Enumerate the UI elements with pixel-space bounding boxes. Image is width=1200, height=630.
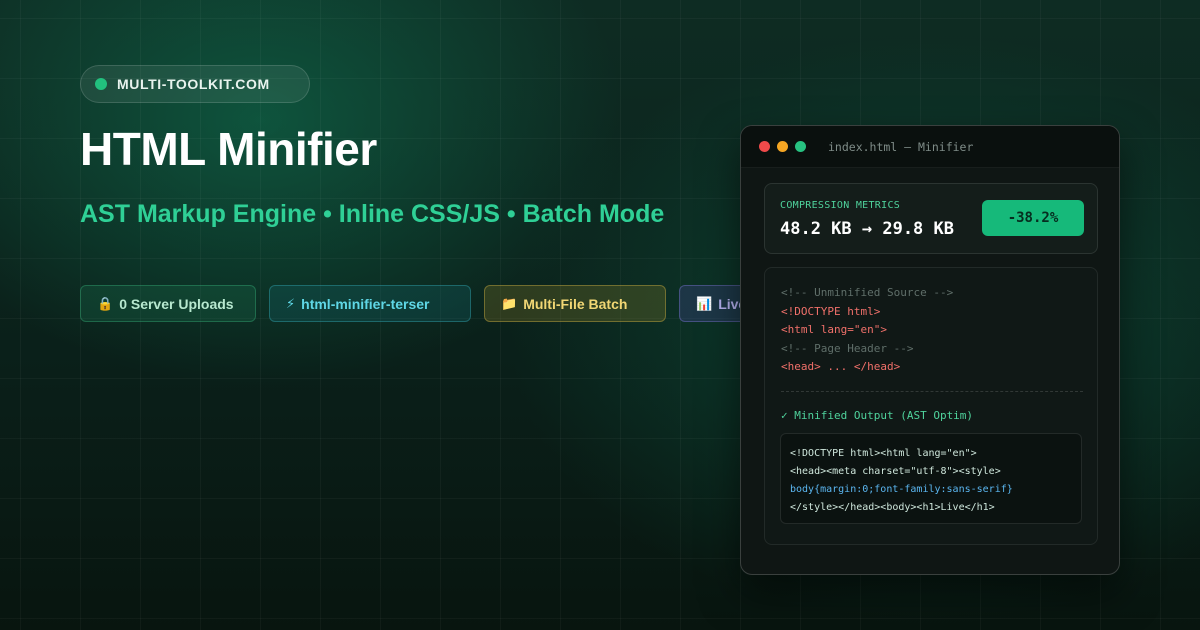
badge-label: 0 Server Uploads <box>119 295 234 312</box>
lock-icon: 🔒 <box>97 295 114 311</box>
lightning-icon: ⚡ <box>286 295 296 311</box>
code-line: <!DOCTYPE html> <box>781 305 881 318</box>
minifier-window: index.html — Minifier COMPRESSION METRIC… <box>740 125 1120 575</box>
minified-output-heading: ✓ Minified Output (AST Optim) <box>781 409 974 422</box>
minified-output-box: <!DOCTYPE html><html lang="en"> <head><m… <box>780 433 1082 524</box>
folder-icon: 📁 <box>501 295 518 311</box>
window-titlebar: index.html — Minifier <box>741 126 1119 168</box>
reduction-badge: -38.2% <box>982 200 1084 236</box>
badge-label: Live <box>718 295 740 312</box>
output-line: body{margin:0;font-family:sans-serif} <box>790 484 1013 495</box>
chart-icon: 📊 <box>696 295 713 311</box>
metrics-size-change: 48.2 KB → 29.8 KB <box>780 219 954 239</box>
code-panel: <!-- Unminified Source --> <!DOCTYPE htm… <box>764 267 1098 545</box>
badge-server-uploads: 🔒 0 Server Uploads <box>80 285 256 322</box>
brand-label: MULTI-TOOLKIT.COM <box>117 76 270 92</box>
badge-label: Multi-File Batch <box>523 295 628 312</box>
minimize-window-icon[interactable] <box>777 141 788 152</box>
output-line: </style></head><body><h1>Live</h1> <box>790 502 995 513</box>
output-line: <head><meta charset="utf-8"><style> <box>790 466 1001 477</box>
page-title: HTML Minifier <box>80 123 377 175</box>
close-window-icon[interactable] <box>759 141 770 152</box>
window-title: index.html — Minifier <box>828 139 974 154</box>
feature-badges: 🔒 0 Server Uploads ⚡ html-minifier-terse… <box>80 285 740 323</box>
code-line: <html lang="en"> <box>781 323 887 336</box>
code-line: <head> ... </head> <box>781 360 901 373</box>
badge-live: 📊 Live <box>679 285 740 322</box>
metrics-label: COMPRESSION METRICS <box>780 200 901 211</box>
code-comment: <!-- Page Header --> <box>781 342 914 355</box>
output-line: <!DOCTYPE html><html lang="en"> <box>790 448 977 459</box>
brand-pill[interactable]: MULTI-TOOLKIT.COM <box>80 65 310 103</box>
badge-batch: 📁 Multi-File Batch <box>484 285 666 322</box>
status-dot-icon <box>95 78 107 90</box>
code-comment: <!-- Unminified Source --> <box>781 286 954 299</box>
badge-minifier-engine: ⚡ html-minifier-terser <box>269 285 471 322</box>
badge-label: html-minifier-terser <box>301 295 430 312</box>
page-subtitle: AST Markup Engine • Inline CSS/JS • Batc… <box>80 200 665 228</box>
code-divider <box>781 391 1083 392</box>
compression-metrics-card: COMPRESSION METRICS 48.2 KB → 29.8 KB -3… <box>764 183 1098 254</box>
maximize-window-icon[interactable] <box>795 141 806 152</box>
